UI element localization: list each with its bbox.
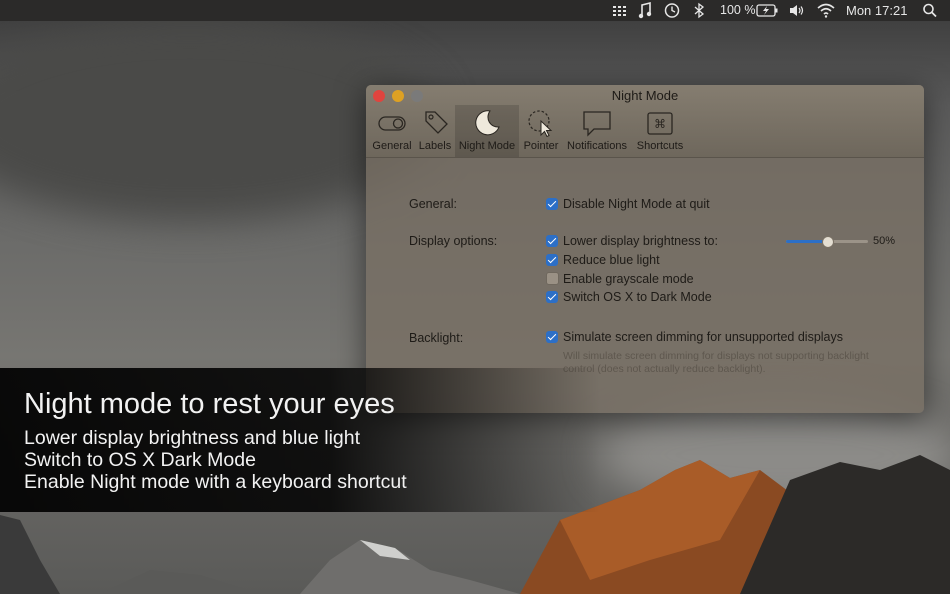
banner-line: Switch to OS X Dark Mode: [24, 449, 256, 471]
tab-labels[interactable]: Labels: [416, 105, 454, 157]
battery-percentage: 100 %: [720, 3, 756, 17]
simulate-dimming-note: Will simulate screen dimming for display…: [563, 350, 869, 375]
general-label: General:: [409, 197, 457, 211]
battery-icon[interactable]: [756, 0, 778, 21]
menu-bar: 100 % Mon 17:21: [0, 0, 950, 21]
window-title: Night Mode: [611, 88, 679, 103]
brightness-slider-knob[interactable]: [822, 236, 834, 248]
simulate-dimming-checkbox[interactable]: [546, 331, 558, 343]
speech-bubble-icon: [583, 111, 611, 137]
time-machine-icon[interactable]: [663, 0, 681, 21]
tab-night-mode[interactable]: Night Mode: [455, 105, 519, 157]
bluetooth-icon[interactable]: [693, 0, 705, 21]
display-options-label: Display options:: [409, 234, 498, 248]
banner-line: Enable Night mode with a keyboard shortc…: [24, 471, 407, 493]
tab-shortcuts[interactable]: ⌘ Shortcuts: [634, 105, 686, 157]
simulate-dimming-text: Simulate screen dimming for unsupported …: [563, 330, 843, 344]
grayscale-checkbox[interactable]: [546, 272, 559, 285]
brightness-slider-fill: [786, 240, 827, 243]
tab-label: Night Mode: [458, 140, 516, 152]
disable-at-quit-checkbox[interactable]: [546, 198, 558, 210]
music-note-icon[interactable]: [638, 0, 652, 21]
window-toolbar: Night Mode General Labels Night Mode Poi…: [366, 85, 924, 158]
lower-brightness-checkbox[interactable]: [546, 235, 558, 247]
tab-label: General: [372, 140, 412, 152]
pointer-icon: [528, 110, 553, 137]
wifi-icon[interactable]: [816, 0, 836, 21]
promo-banner: Night mode to rest your eyes Lower displ…: [0, 368, 600, 512]
grayscale-text: Enable grayscale mode: [563, 272, 694, 286]
dark-mode-text: Switch OS X to Dark Mode: [563, 290, 712, 304]
tag-icon: [425, 111, 448, 134]
search-icon[interactable]: [922, 0, 938, 21]
disable-at-quit-text: Disable Night Mode at quit: [563, 197, 710, 211]
svg-text:⌘: ⌘: [654, 117, 666, 131]
grid-icon[interactable]: [612, 0, 628, 21]
dark-mode-checkbox[interactable]: [546, 291, 558, 303]
moon-icon: [475, 110, 500, 136]
tab-general[interactable]: General: [370, 105, 414, 157]
tab-label: Pointer: [523, 140, 559, 152]
toggle-icon: [378, 116, 406, 131]
command-key-icon: ⌘: [647, 112, 673, 135]
lower-brightness-text: Lower display brightness to:: [563, 234, 718, 248]
tab-label: Shortcuts: [636, 140, 684, 152]
backlight-label: Backlight:: [409, 331, 464, 345]
volume-icon[interactable]: [788, 0, 806, 21]
banner-line: Lower display brightness and blue light: [24, 427, 361, 449]
reduce-blue-light-checkbox[interactable]: [546, 254, 558, 266]
preferences-window: Night Mode General Labels Night Mode Poi…: [366, 85, 924, 413]
brightness-slider-track[interactable]: [786, 236, 868, 248]
tab-label: Labels: [418, 140, 452, 152]
tab-notifications[interactable]: Notifications: [564, 105, 630, 157]
tab-label: Notifications: [567, 140, 627, 152]
tab-pointer[interactable]: Pointer: [521, 105, 561, 157]
banner-headline: Night mode to rest your eyes: [24, 388, 395, 420]
menubar-clock[interactable]: Mon 17:21: [846, 0, 907, 21]
reduce-blue-light-text: Reduce blue light: [563, 253, 660, 267]
brightness-value: 50%: [873, 235, 896, 247]
